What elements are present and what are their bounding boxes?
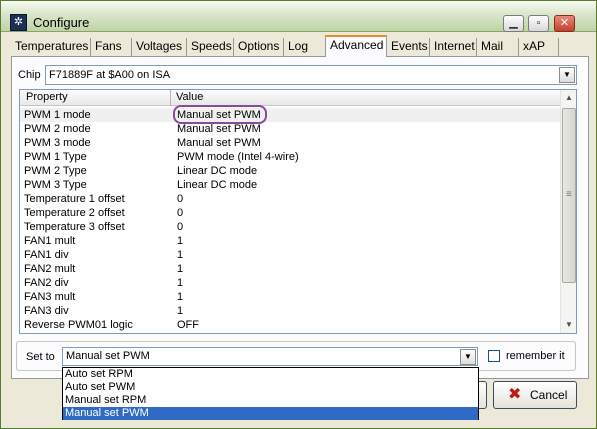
- table-row[interactable]: PWM 1 Type PWM mode (Intel 4-wire): [20, 150, 561, 164]
- row-property: Temperature 2 offset: [24, 207, 125, 219]
- window-title: Configure: [33, 15, 90, 30]
- tab-strip: Temperatures Fans Voltages Speeds Option…: [11, 35, 589, 57]
- close-button[interactable]: ✕: [554, 15, 575, 32]
- tab-advanced[interactable]: Advanced: [325, 35, 387, 57]
- dropdown-option[interactable]: Manual set RPM: [63, 394, 478, 407]
- chip-select[interactable]: F71889F at $A00 on ISA ▼: [45, 65, 577, 85]
- tab-internet[interactable]: Internet: [430, 38, 477, 56]
- row-property: PWM 1 Type: [24, 151, 87, 163]
- row-value: Manual set PWM: [177, 137, 261, 149]
- tab-events[interactable]: Events: [387, 38, 430, 56]
- row-value: 1: [177, 263, 184, 275]
- row-property: FAN1 mult: [24, 235, 76, 247]
- column-header-property[interactable]: Property: [26, 91, 68, 103]
- table-row[interactable]: PWM 3 Type Linear DC mode: [20, 178, 561, 192]
- table-row[interactable]: FAN2 mult 1: [20, 262, 561, 276]
- row-property: PWM 2 mode: [24, 123, 91, 135]
- row-value: 0: [177, 193, 184, 205]
- remember-label[interactable]: remember it: [506, 350, 565, 362]
- tab-xap[interactable]: xAP: [519, 38, 559, 56]
- row-value: 1: [177, 235, 184, 247]
- chevron-down-icon[interactable]: ▼: [559, 67, 575, 83]
- table-row[interactable]: Temperature 1 offset 0: [20, 192, 561, 206]
- property-list[interactable]: Property Value PWM 1 mode Manual set PWM…: [19, 89, 577, 334]
- row-value: 0: [177, 221, 184, 233]
- tab-voltages[interactable]: Voltages: [132, 38, 187, 56]
- row-property: Temperature 1 offset: [24, 193, 125, 205]
- table-row[interactable]: Temperature 2 offset 0: [20, 206, 561, 220]
- row-property: FAN3 mult: [24, 291, 76, 303]
- minimize-button[interactable]: ▁: [503, 15, 524, 32]
- cancel-x-icon: ✖: [508, 386, 522, 403]
- set-to-select[interactable]: Manual set PWM ▼: [62, 347, 478, 366]
- table-row[interactable]: FAN3 mult 1: [20, 290, 561, 304]
- tab-mail[interactable]: Mail: [477, 38, 519, 56]
- table-row[interactable]: Temperature 3 offset 0: [20, 220, 561, 234]
- row-value: Linear DC mode: [177, 179, 258, 191]
- chip-label: Chip: [18, 69, 41, 81]
- title-bar[interactable]: ✲ Configure ▁ ▫ ✕: [1, 1, 596, 32]
- grip-icon: ≡: [566, 189, 572, 200]
- row-property: FAN2 div: [24, 277, 69, 289]
- scroll-thumb[interactable]: ≡: [562, 108, 576, 283]
- row-property: Temperature 3 offset: [24, 221, 125, 233]
- table-row[interactable]: Reverse PWM01 logic OFF: [20, 318, 561, 332]
- row-property: Reverse PWM01 logic: [24, 319, 133, 331]
- tab-temperatures[interactable]: Temperatures: [11, 38, 91, 56]
- maximize-button[interactable]: ▫: [528, 15, 549, 32]
- tab-options[interactable]: Options: [234, 38, 284, 56]
- row-value: Manual set PWM: [177, 123, 261, 135]
- dropdown-option[interactable]: Auto set RPM: [63, 368, 478, 381]
- table-row[interactable]: FAN1 mult 1: [20, 234, 561, 248]
- tab-fans[interactable]: Fans: [91, 38, 132, 56]
- row-value: 1: [177, 305, 184, 317]
- row-property: FAN1 div: [24, 249, 69, 261]
- row-property: PWM 3 Type: [24, 179, 87, 191]
- set-to-dropdown-list[interactable]: Auto set RPM Auto set PWM Manual set RPM…: [62, 367, 479, 420]
- dropdown-option-selected[interactable]: Manual set PWM: [63, 407, 478, 420]
- table-row[interactable]: PWM 3 mode Manual set PWM: [20, 136, 561, 150]
- app-fan-icon: ✲: [10, 14, 27, 31]
- row-value: 1: [177, 249, 184, 261]
- row-value: 0: [177, 207, 184, 219]
- column-divider[interactable]: [170, 90, 171, 106]
- row-value: 1: [177, 291, 184, 303]
- configure-window: ✲ Configure ▁ ▫ ✕ Temperatures Fans Volt…: [0, 0, 597, 429]
- row-property: FAN2 mult: [24, 263, 76, 275]
- table-row[interactable]: PWM 2 Type Linear DC mode: [20, 164, 561, 178]
- scroll-up-arrow-icon[interactable]: ▲: [561, 90, 576, 106]
- cancel-button[interactable]: ✖ Cancel: [493, 381, 577, 409]
- table-row[interactable]: PWM 2 mode Manual set PWM: [20, 122, 561, 136]
- row-property: FAN3 div: [24, 305, 69, 317]
- row-property: PWM 1 mode: [24, 109, 91, 121]
- list-header: Property Value: [20, 90, 561, 106]
- row-property: PWM 3 mode: [24, 137, 91, 149]
- scroll-down-arrow-icon[interactable]: ▼: [561, 317, 576, 333]
- table-row[interactable]: FAN2 div 1: [20, 276, 561, 290]
- row-value: PWM mode (Intel 4-wire): [177, 151, 299, 163]
- set-to-value: Manual set PWM: [66, 350, 150, 362]
- vertical-scrollbar[interactable]: ▲ ≡ ▼: [560, 90, 576, 333]
- column-header-value[interactable]: Value: [176, 91, 203, 103]
- row-value: 1: [177, 277, 184, 289]
- chevron-down-icon[interactable]: ▼: [460, 349, 476, 365]
- chip-value: F71889F at $A00 on ISA: [49, 69, 171, 81]
- remember-checkbox[interactable]: [488, 350, 500, 362]
- row-value: Linear DC mode: [177, 165, 258, 177]
- row-property: PWM 2 Type: [24, 165, 87, 177]
- dropdown-option[interactable]: Auto set PWM: [63, 381, 478, 394]
- table-row[interactable]: PWM 1 mode Manual set PWM: [20, 105, 561, 124]
- tab-log[interactable]: Log: [284, 38, 326, 56]
- table-row[interactable]: FAN3 div 1: [20, 304, 561, 318]
- cancel-label: Cancel: [530, 388, 568, 402]
- table-row[interactable]: FAN1 div 1: [20, 248, 561, 262]
- row-value: OFF: [177, 319, 199, 331]
- set-to-label: Set to: [26, 351, 55, 363]
- tab-speeds[interactable]: Speeds: [187, 38, 234, 56]
